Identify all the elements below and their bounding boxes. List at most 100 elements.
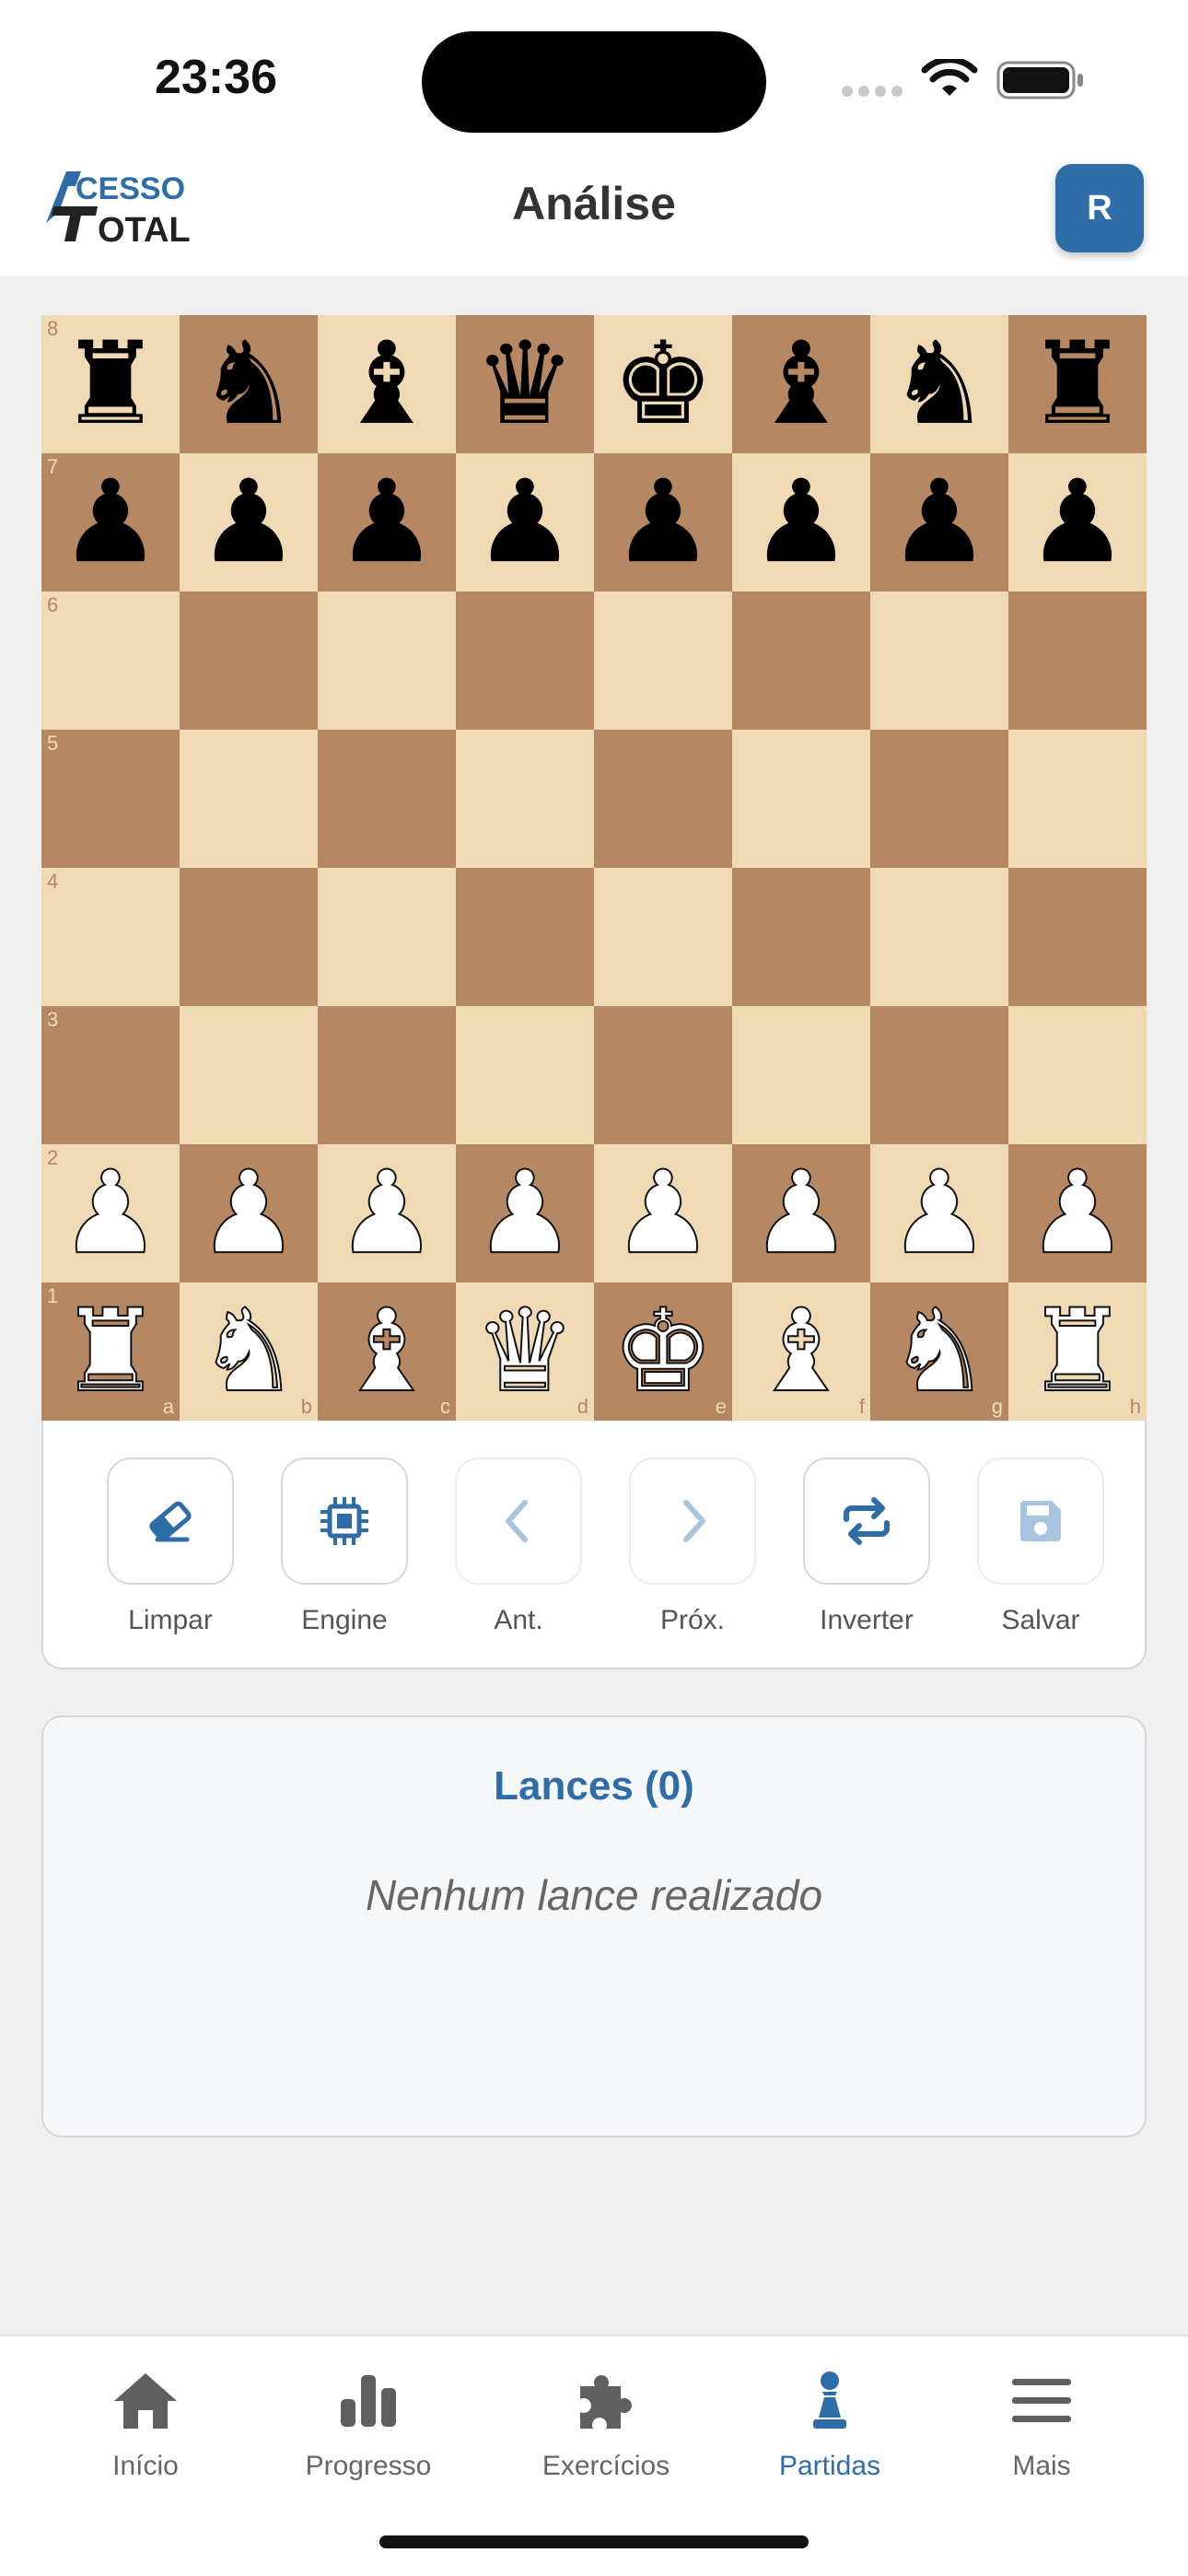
square-d3[interactable] bbox=[456, 1006, 594, 1144]
white-king-icon[interactable]: ♚ bbox=[594, 1282, 732, 1421]
square-g5[interactable] bbox=[870, 730, 1008, 868]
square-h2[interactable]: ♟ bbox=[1008, 1144, 1147, 1282]
square-d6[interactable] bbox=[456, 591, 594, 730]
square-a1[interactable]: 1 a ♜ bbox=[41, 1282, 180, 1421]
white-bishop-icon[interactable]: ♝ bbox=[318, 1282, 456, 1421]
square-f3[interactable] bbox=[732, 1006, 870, 1144]
square-d8[interactable]: ♛ bbox=[456, 315, 594, 453]
square-g3[interactable] bbox=[870, 1006, 1008, 1144]
square-f7[interactable]: ♟ bbox=[732, 453, 870, 591]
black-knight-icon[interactable]: ♞ bbox=[180, 315, 318, 453]
square-c4[interactable] bbox=[318, 868, 456, 1006]
salvar-button[interactable] bbox=[977, 1458, 1104, 1585]
square-g7[interactable]: ♟ bbox=[870, 453, 1008, 591]
white-queen-icon[interactable]: ♛ bbox=[456, 1282, 594, 1421]
square-b1[interactable]: b ♞ bbox=[180, 1282, 318, 1421]
square-c7[interactable]: ♟ bbox=[318, 453, 456, 591]
square-f8[interactable]: ♝ bbox=[732, 315, 870, 453]
square-b8[interactable]: ♞ bbox=[180, 315, 318, 453]
square-a5[interactable]: 5 bbox=[41, 730, 180, 868]
próx-button[interactable] bbox=[629, 1458, 756, 1585]
white-pawn-icon[interactable]: ♟ bbox=[732, 1144, 870, 1282]
square-c8[interactable]: ♝ bbox=[318, 315, 456, 453]
square-c3[interactable] bbox=[318, 1006, 456, 1144]
square-e5[interactable] bbox=[594, 730, 732, 868]
ant-button[interactable] bbox=[455, 1458, 582, 1585]
limpar-button[interactable] bbox=[107, 1458, 234, 1585]
square-f1[interactable]: f ♝ bbox=[732, 1282, 870, 1421]
square-g1[interactable]: g ♞ bbox=[870, 1282, 1008, 1421]
square-f5[interactable] bbox=[732, 730, 870, 868]
tab-mais[interactable]: Mais bbox=[931, 2364, 1152, 2482]
square-b7[interactable]: ♟ bbox=[180, 453, 318, 591]
black-pawn-icon[interactable]: ♟ bbox=[732, 453, 870, 591]
white-knight-icon[interactable]: ♞ bbox=[870, 1282, 1008, 1421]
black-bishop-icon[interactable]: ♝ bbox=[732, 315, 870, 453]
black-rook-icon[interactable]: ♜ bbox=[1008, 315, 1147, 453]
white-rook-icon[interactable]: ♜ bbox=[41, 1282, 180, 1421]
square-e2[interactable]: ♟ bbox=[594, 1144, 732, 1282]
black-pawn-icon[interactable]: ♟ bbox=[180, 453, 318, 591]
square-b2[interactable]: ♟ bbox=[180, 1144, 318, 1282]
black-pawn-icon[interactable]: ♟ bbox=[456, 453, 594, 591]
white-knight-icon[interactable]: ♞ bbox=[180, 1282, 318, 1421]
black-bishop-icon[interactable]: ♝ bbox=[318, 315, 456, 453]
black-king-icon[interactable]: ♚ bbox=[594, 315, 732, 453]
tab-partidas[interactable]: Partidas bbox=[719, 2364, 940, 2482]
square-a7[interactable]: 7 ♟ bbox=[41, 453, 180, 591]
square-g4[interactable] bbox=[870, 868, 1008, 1006]
black-pawn-icon[interactable]: ♟ bbox=[1008, 453, 1147, 591]
square-d2[interactable]: ♟ bbox=[456, 1144, 594, 1282]
square-a4[interactable]: 4 bbox=[41, 868, 180, 1006]
square-a6[interactable]: 6 bbox=[41, 591, 180, 730]
black-pawn-icon[interactable]: ♟ bbox=[41, 453, 180, 591]
inverter-button[interactable] bbox=[803, 1458, 930, 1585]
square-h7[interactable]: ♟ bbox=[1008, 453, 1147, 591]
white-bishop-icon[interactable]: ♝ bbox=[732, 1282, 870, 1421]
square-a2[interactable]: 2 ♟ bbox=[41, 1144, 180, 1282]
white-pawn-icon[interactable]: ♟ bbox=[456, 1144, 594, 1282]
black-rook-icon[interactable]: ♜ bbox=[41, 315, 180, 453]
square-f6[interactable] bbox=[732, 591, 870, 730]
square-e4[interactable] bbox=[594, 868, 732, 1006]
black-pawn-icon[interactable]: ♟ bbox=[318, 453, 456, 591]
square-c2[interactable]: ♟ bbox=[318, 1144, 456, 1282]
square-c6[interactable] bbox=[318, 591, 456, 730]
square-h6[interactable] bbox=[1008, 591, 1147, 730]
square-a8[interactable]: 8 ♜ bbox=[41, 315, 180, 453]
square-b3[interactable] bbox=[180, 1006, 318, 1144]
square-c1[interactable]: c ♝ bbox=[318, 1282, 456, 1421]
black-pawn-icon[interactable]: ♟ bbox=[870, 453, 1008, 591]
square-d7[interactable]: ♟ bbox=[456, 453, 594, 591]
square-e3[interactable] bbox=[594, 1006, 732, 1144]
square-h8[interactable]: ♜ bbox=[1008, 315, 1147, 453]
engine-button[interactable] bbox=[281, 1458, 408, 1585]
square-g8[interactable]: ♞ bbox=[870, 315, 1008, 453]
square-d4[interactable] bbox=[456, 868, 594, 1006]
tab-exercícios[interactable]: Exercícios bbox=[495, 2364, 716, 2482]
square-h5[interactable] bbox=[1008, 730, 1147, 868]
square-d1[interactable]: d ♛ bbox=[456, 1282, 594, 1421]
square-e6[interactable] bbox=[594, 591, 732, 730]
white-pawn-icon[interactable]: ♟ bbox=[870, 1144, 1008, 1282]
chess-board[interactable]: 8 ♜ ♞ ♝ ♛ ♚ ♝ ♞ ♜ 7 ♟ ♟ ♟ ♟ ♟ ♟ ♟ ♟ 6 5 4 3 2 ♟ ♟ ♟ ♟ ♟ ♟ ♟ ♟ 1 a ♜ b ♞ c ♝ d ♛… bbox=[41, 315, 1147, 1421]
square-b4[interactable] bbox=[180, 868, 318, 1006]
square-b5[interactable] bbox=[180, 730, 318, 868]
user-avatar[interactable]: R bbox=[1055, 164, 1144, 252]
black-queen-icon[interactable]: ♛ bbox=[456, 315, 594, 453]
tab-progresso[interactable]: Progresso bbox=[258, 2364, 479, 2482]
square-g2[interactable]: ♟ bbox=[870, 1144, 1008, 1282]
square-a3[interactable]: 3 bbox=[41, 1006, 180, 1144]
white-pawn-icon[interactable]: ♟ bbox=[41, 1144, 180, 1282]
square-g6[interactable] bbox=[870, 591, 1008, 730]
white-pawn-icon[interactable]: ♟ bbox=[180, 1144, 318, 1282]
black-pawn-icon[interactable]: ♟ bbox=[594, 453, 732, 591]
white-rook-icon[interactable]: ♜ bbox=[1008, 1282, 1147, 1421]
white-pawn-icon[interactable]: ♟ bbox=[1008, 1144, 1147, 1282]
square-f4[interactable] bbox=[732, 868, 870, 1006]
black-knight-icon[interactable]: ♞ bbox=[870, 315, 1008, 453]
square-h4[interactable] bbox=[1008, 868, 1147, 1006]
square-e1[interactable]: e ♚ bbox=[594, 1282, 732, 1421]
white-pawn-icon[interactable]: ♟ bbox=[318, 1144, 456, 1282]
square-e7[interactable]: ♟ bbox=[594, 453, 732, 591]
